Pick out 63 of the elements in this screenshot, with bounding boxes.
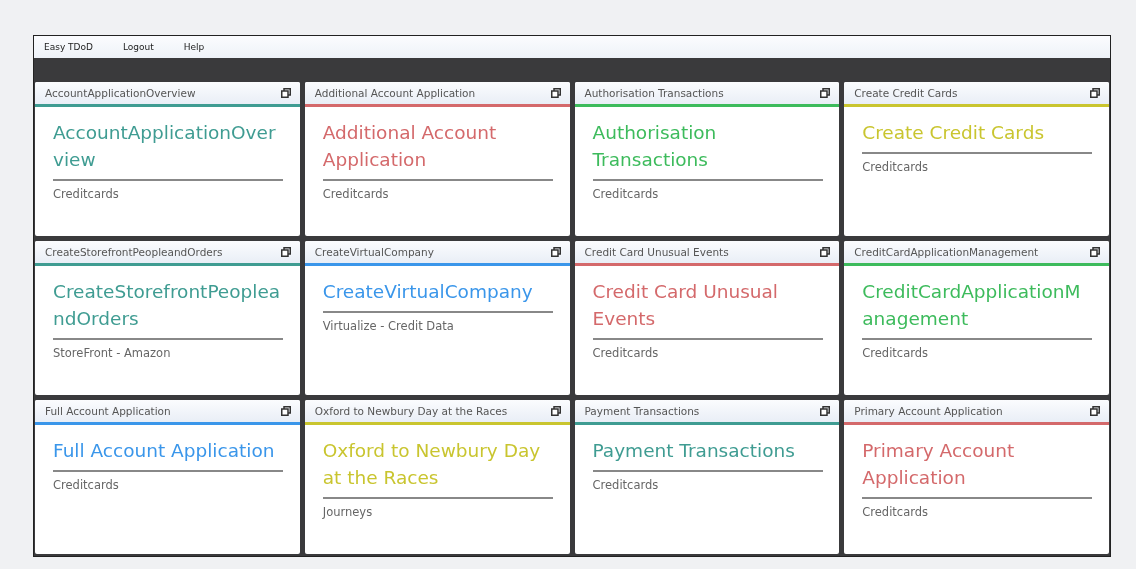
tile-card[interactable]: AccountApplicationOverview AccountApplicationOverview Creditcards <box>35 82 300 236</box>
tile-header-title: Oxford to Newbury Day at the Races <box>314 405 508 417</box>
tile-header-title: Credit Card Unusual Events <box>584 246 729 258</box>
tile-card[interactable]: CreateVirtualCompany CreateVirtualCompany Virtualize - Credit Data <box>304 241 570 395</box>
tile-header-title: AccountApplicationOverview <box>45 87 196 99</box>
menu-item[interactable]: Help <box>183 42 205 52</box>
tile-subtitle: Creditcards <box>592 346 660 360</box>
menu-item[interactable]: Logout <box>122 42 154 52</box>
tile-subtitle: Creditcards <box>862 505 930 519</box>
tile-header-title: Additional Account Application <box>314 87 476 99</box>
tile-card[interactable]: CreditCardApplicationManagement CreditCardApplicationManagement Creditcards <box>844 241 1109 395</box>
tile-card[interactable]: Primary Account Application Primary Account Application Creditcards <box>844 400 1109 554</box>
tile-header-title: Full Account Application <box>45 405 171 417</box>
tile-subtitle: Creditcards <box>53 187 120 201</box>
restore-icon[interactable] <box>280 88 291 98</box>
tile-subtitle: Journeys <box>322 505 374 519</box>
tile-subtitle: Creditcards <box>592 478 660 492</box>
restore-icon[interactable] <box>550 88 561 98</box>
restore-icon[interactable] <box>1090 406 1100 416</box>
tile-title: Credit Card Unusual Events <box>592 280 779 331</box>
tile-title: Payment Transactions <box>592 439 796 463</box>
restore-icon[interactable] <box>820 88 831 98</box>
restore-icon[interactable] <box>550 406 561 416</box>
tile-title: Primary Account Application <box>862 439 1016 490</box>
tile-header-title: Payment Transactions <box>584 405 700 417</box>
tile-title: AccountApplicationOverview <box>53 121 277 172</box>
restore-icon[interactable] <box>820 247 831 257</box>
menu-item[interactable]: Easy TDoD <box>44 42 93 52</box>
restore-icon[interactable] <box>1090 247 1100 257</box>
tile-subtitle: Creditcards <box>322 187 390 201</box>
tile-subtitle: Creditcards <box>53 478 120 492</box>
tile-header-title: CreditCardApplicationManagement <box>854 246 1039 258</box>
restore-icon[interactable] <box>820 406 831 416</box>
tile-subtitle: Creditcards <box>592 187 660 201</box>
tile-header-title: Authorisation Transactions <box>584 87 724 99</box>
tile-title: Full Account Application <box>53 439 276 463</box>
tile-header-title: Primary Account Application <box>854 405 1003 417</box>
tile-header-title: Create Credit Cards <box>854 87 958 99</box>
tile-title: Additional Account Application <box>322 121 498 172</box>
tile-title: CreditCardApplicationManagement <box>862 280 1082 331</box>
tile-title: Oxford to Newbury Day at the Races <box>322 439 542 490</box>
tile-title: Authorisation Transactions <box>592 121 718 172</box>
tile-subtitle: Creditcards <box>862 346 930 360</box>
restore-icon[interactable] <box>550 247 561 257</box>
tile-card[interactable]: Additional Account Application Additional Account Application Creditcards <box>304 82 570 236</box>
tile-header-title: CreateVirtualCompany <box>314 246 434 258</box>
tile-title: CreateStorefrontPeopleandOrders <box>53 280 282 331</box>
tile-subtitle: Virtualize - Credit Data <box>322 319 455 333</box>
tile-title: CreateVirtualCompany <box>322 280 534 304</box>
tile-title: Create Credit Cards <box>862 121 1046 145</box>
tile-card[interactable]: Authorisation Transactions Authorisation Transactions Creditcards <box>574 82 840 236</box>
tile-subtitle: Creditcards <box>862 160 930 174</box>
tile-card[interactable]: Oxford to Newbury Day at the Races Oxford to Newbury Day at the Races Journeys <box>304 400 570 554</box>
tile-card[interactable]: CreateStorefrontPeopleandOrders CreateStorefrontPeopleandOrders StoreFront - Amazon <box>35 241 300 395</box>
tile-card[interactable]: Credit Card Unusual Events Credit Card Unusual Events Creditcards <box>574 241 840 395</box>
tile-header-title: CreateStorefrontPeopleandOrders <box>45 246 223 258</box>
tile-card[interactable]: Full Account Application Full Account Application Creditcards <box>35 400 300 554</box>
restore-icon[interactable] <box>280 406 291 416</box>
tile-card[interactable]: Payment Transactions Payment Transactions Creditcards <box>574 400 840 554</box>
restore-icon[interactable] <box>1090 88 1100 98</box>
tile-subtitle: StoreFront - Amazon <box>53 346 172 360</box>
tile-card[interactable]: Create Credit Cards Create Credit Cards Creditcards <box>844 82 1109 236</box>
restore-icon[interactable] <box>280 247 291 257</box>
